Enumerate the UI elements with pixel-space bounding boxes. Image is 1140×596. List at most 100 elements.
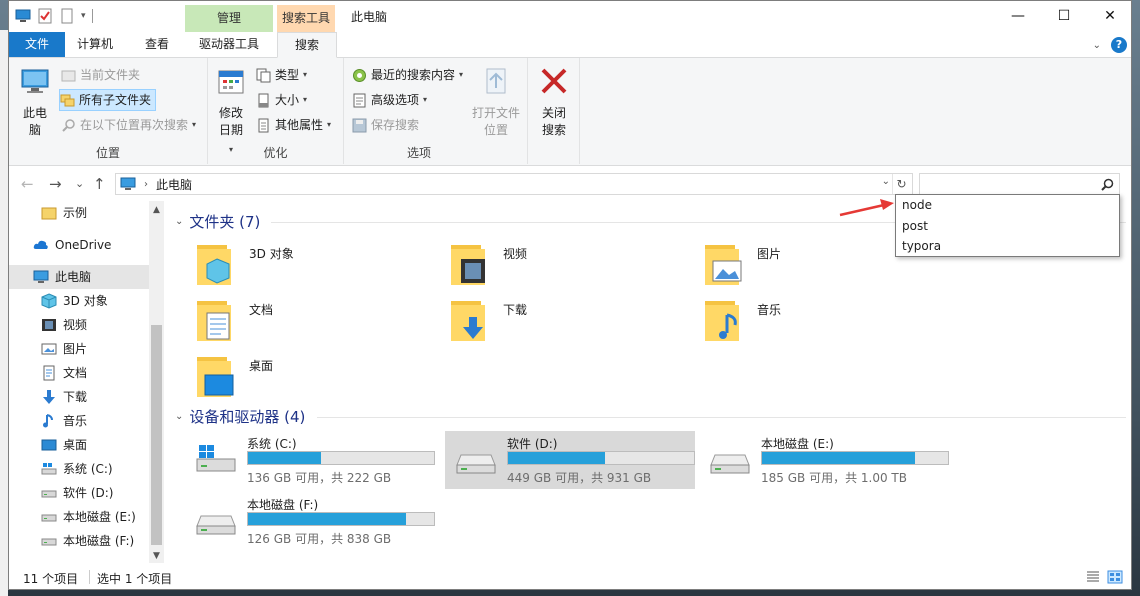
suggestion-item[interactable]: node — [896, 195, 1119, 216]
ribbon-search-panel: 此电脑 当前文件夹 所有子文件夹 在以下位置再次搜索 ▾ 位置 修改日期 ▾ 类… — [9, 58, 1131, 166]
breadcrumb-chevron-icon[interactable]: › — [144, 179, 148, 190]
sidebar-item-onedrive[interactable]: OneDrive — [9, 233, 149, 257]
recent-searches-button[interactable]: 最近的搜索内容 ▾ — [352, 64, 467, 86]
scroll-up-icon[interactable]: ▲ — [149, 205, 164, 215]
sidebar-item-downloads[interactable]: 下载 — [9, 385, 149, 409]
tab-search[interactable]: 搜索 — [277, 32, 337, 58]
close-button[interactable]: ✕ — [1087, 1, 1131, 31]
sidebar-item-drive-e[interactable]: 本地磁盘 (E:) — [9, 505, 149, 529]
sidebar-item-this-pc[interactable]: 此电脑 — [9, 265, 149, 289]
sidebar-item-videos[interactable]: 视频 — [9, 313, 149, 337]
save-search-button[interactable]: 保存搜索 — [352, 114, 423, 136]
minimize-button[interactable]: — — [995, 1, 1041, 31]
collapse-chevron-icon[interactable]: ⌄ — [175, 411, 183, 422]
address-history-icon[interactable]: ⌄ — [882, 176, 890, 187]
up-button[interactable]: ↑ — [93, 175, 106, 193]
drives-section-header[interactable]: ⌄ 设备和驱动器 (4) — [175, 406, 305, 427]
tab-computer[interactable]: 计算机 — [67, 32, 123, 57]
folder-music[interactable]: 音乐 — [691, 293, 911, 343]
sidebar-item-label: OneDrive — [55, 238, 112, 252]
kind-button[interactable]: 类型 ▾ — [256, 64, 311, 86]
tab-view[interactable]: 查看 — [135, 32, 179, 57]
size-button[interactable]: 大小 ▾ — [256, 89, 311, 111]
back-button[interactable]: ← — [21, 175, 34, 193]
tab-file[interactable]: 文件 — [9, 32, 65, 57]
save-search-label: 保存搜索 — [371, 118, 420, 132]
all-subfolders-label: 所有子文件夹 — [79, 93, 152, 107]
drive-f[interactable]: 本地磁盘 (F:) 126 GB 可用，共 838 GB — [185, 492, 435, 550]
details-view-icon[interactable] — [1085, 570, 1101, 584]
large-icons-view-icon[interactable] — [1107, 570, 1123, 584]
all-subfolders-button[interactable]: 所有子文件夹 — [59, 89, 157, 111]
section-divider — [317, 417, 1126, 418]
folder-documents[interactable]: 文档 — [183, 293, 403, 343]
breadcrumb-this-pc[interactable]: 此电脑 — [156, 176, 192, 193]
sidebar-item-drive-f[interactable]: 本地磁盘 (F:) — [9, 529, 149, 553]
help-icon[interactable]: ? — [1111, 37, 1127, 53]
folder-desktop[interactable]: 桌面 — [183, 349, 403, 399]
computer-icon[interactable] — [15, 8, 31, 24]
current-folder-button[interactable]: 当前文件夹 — [61, 64, 144, 86]
recent-locations-button[interactable]: ⌄ — [75, 177, 84, 190]
suggestion-item[interactable]: post — [896, 216, 1119, 237]
other-properties-button[interactable]: 其他属性 ▾ — [256, 114, 335, 136]
folder-name: 视频 — [503, 247, 528, 261]
folder-3d-objects[interactable]: 3D 对象 — [183, 237, 403, 287]
expand-ribbon-icon[interactable]: ⌄ — [1093, 40, 1101, 51]
folder-pictures[interactable]: 图片 — [691, 237, 911, 287]
address-bar[interactable]: › 此电脑 ⌄ ↻ — [115, 173, 913, 195]
sidebar-item-3d-objects[interactable]: 3D 对象 — [9, 289, 149, 313]
search-again-button[interactable]: 在以下位置再次搜索 ▾ — [61, 114, 200, 136]
scroll-down-icon[interactable]: ▼ — [149, 551, 164, 561]
folder-name: 下载 — [503, 303, 528, 317]
chevron-down-icon: ▾ — [303, 70, 308, 79]
sidebar-item-drive-d[interactable]: 软件 (D:) — [9, 481, 149, 505]
suggestion-item[interactable]: typora — [896, 236, 1119, 257]
sidebar-item-pictures[interactable]: 图片 — [9, 337, 149, 361]
item-count: 11 个项目 — [23, 572, 79, 586]
picture-folder-icon — [705, 245, 742, 285]
sidebar-item-label: 桌面 — [63, 438, 88, 452]
folders-section-header[interactable]: ⌄ 文件夹 (7) — [175, 211, 260, 232]
save-icon — [352, 118, 367, 132]
this-pc-label: 此电脑 — [23, 106, 48, 137]
context-tab-manage[interactable]: 管理 — [185, 5, 273, 32]
new-folder-icon[interactable] — [59, 8, 75, 24]
search-box[interactable] — [919, 173, 1120, 195]
sidebar-item-label: 本地磁盘 (E:) — [63, 510, 136, 524]
this-pc-button[interactable]: 此电脑 — [15, 66, 55, 139]
sidebar-scrollbar[interactable]: ▲ ▼ — [149, 201, 164, 563]
drive-c[interactable]: 系统 (C:) 136 GB 可用，共 222 GB — [185, 431, 435, 489]
sidebar-item-drive-c[interactable]: 系统 (C:) — [9, 457, 149, 481]
refine-group: 修改日期 ▾ 类型 ▾ 大小 ▾ 其他属性 ▾ 优化 — [208, 58, 344, 164]
sidebar-item-documents[interactable]: 文档 — [9, 361, 149, 385]
collapse-chevron-icon[interactable]: ⌄ — [175, 216, 183, 227]
picture-icon — [41, 343, 57, 355]
options-group: 最近的搜索内容 ▾ 高级选项 ▾ 保存搜索 打开文件位置 选项 — [344, 58, 528, 164]
folder-downloads[interactable]: 下载 — [437, 293, 657, 343]
forward-button[interactable]: → — [49, 175, 62, 193]
open-file-location-button[interactable]: 打开文件位置 — [468, 66, 524, 139]
scrollbar-thumb[interactable] — [151, 325, 162, 545]
maximize-button[interactable]: ☐ — [1041, 1, 1087, 31]
search-again-label: 在以下位置再次搜索 — [80, 118, 189, 132]
sidebar-item-desktop[interactable]: 桌面 — [9, 433, 149, 457]
drive-e[interactable]: 本地磁盘 (E:) 185 GB 可用，共 1.00 TB — [699, 431, 949, 489]
drive-usage-fill — [248, 452, 321, 464]
tab-drive-tools[interactable]: 驱动器工具 — [189, 32, 269, 57]
document-icon — [43, 365, 55, 381]
drive-d[interactable]: 软件 (D:) 449 GB 可用，共 931 GB — [445, 431, 695, 489]
advanced-options-button[interactable]: 高级选项 ▾ — [352, 89, 431, 111]
sidebar-item-samples[interactable]: 示例 — [9, 201, 149, 225]
refresh-icon[interactable]: ↻ — [892, 174, 910, 194]
search-icon[interactable] — [1101, 178, 1114, 191]
drive-usage-fill — [508, 452, 605, 464]
properties-icon[interactable] — [37, 8, 53, 24]
size-label: 大小 — [275, 93, 300, 107]
close-search-button[interactable]: 关闭搜索 — [536, 66, 572, 139]
folder-name: 图片 — [757, 247, 782, 261]
customize-qat-icon[interactable]: ▾ — [81, 11, 86, 21]
sidebar-item-music[interactable]: 音乐 — [9, 409, 149, 433]
context-tab-search-tools[interactable]: 搜索工具 — [277, 5, 335, 32]
folder-videos[interactable]: 视频 — [437, 237, 657, 287]
